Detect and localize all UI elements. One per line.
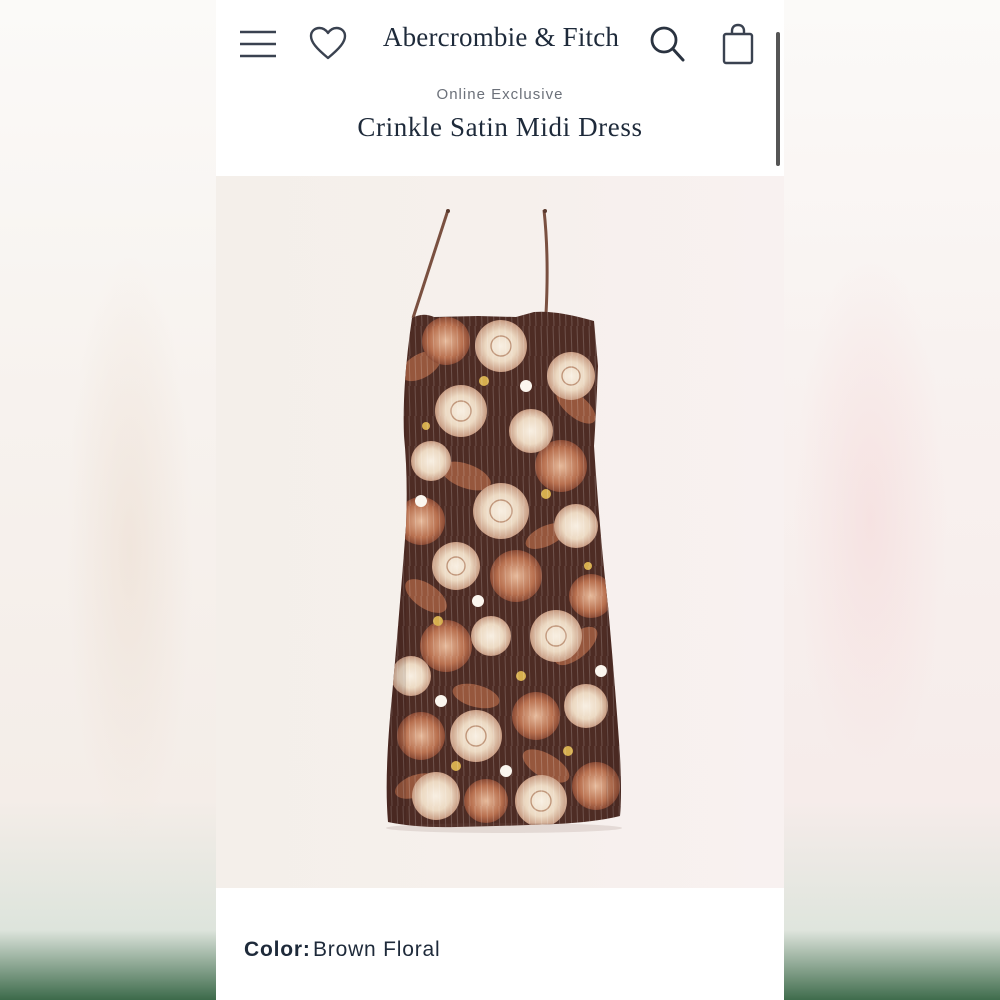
right-strap: [542, 209, 549, 315]
menu-icon[interactable]: [238, 26, 278, 62]
header: Abercrombie & Fitch Online Exclusive Cri…: [216, 0, 784, 176]
product-page: Abercrombie & Fitch Online Exclusive Cri…: [216, 0, 784, 1000]
product-image[interactable]: [216, 176, 784, 888]
color-value: Brown Floral: [313, 938, 441, 961]
backdrop-left: [0, 0, 216, 1000]
color-row: Color: Brown Floral: [216, 888, 784, 1000]
product-title: Crinkle Satin Midi Dress: [357, 112, 643, 142]
dress-body: [386, 311, 621, 828]
bag-icon[interactable]: [722, 22, 754, 66]
left-strap: [411, 209, 450, 319]
heart-icon[interactable]: [308, 26, 348, 62]
search-icon[interactable]: [648, 24, 686, 64]
online-exclusive-label: Online Exclusive: [436, 86, 564, 103]
color-label: Color:: [244, 938, 311, 961]
dress-image: [386, 209, 622, 833]
backdrop-right: [784, 0, 1000, 1000]
brand-logo[interactable]: Abercrombie & Fitch: [356, 22, 646, 53]
